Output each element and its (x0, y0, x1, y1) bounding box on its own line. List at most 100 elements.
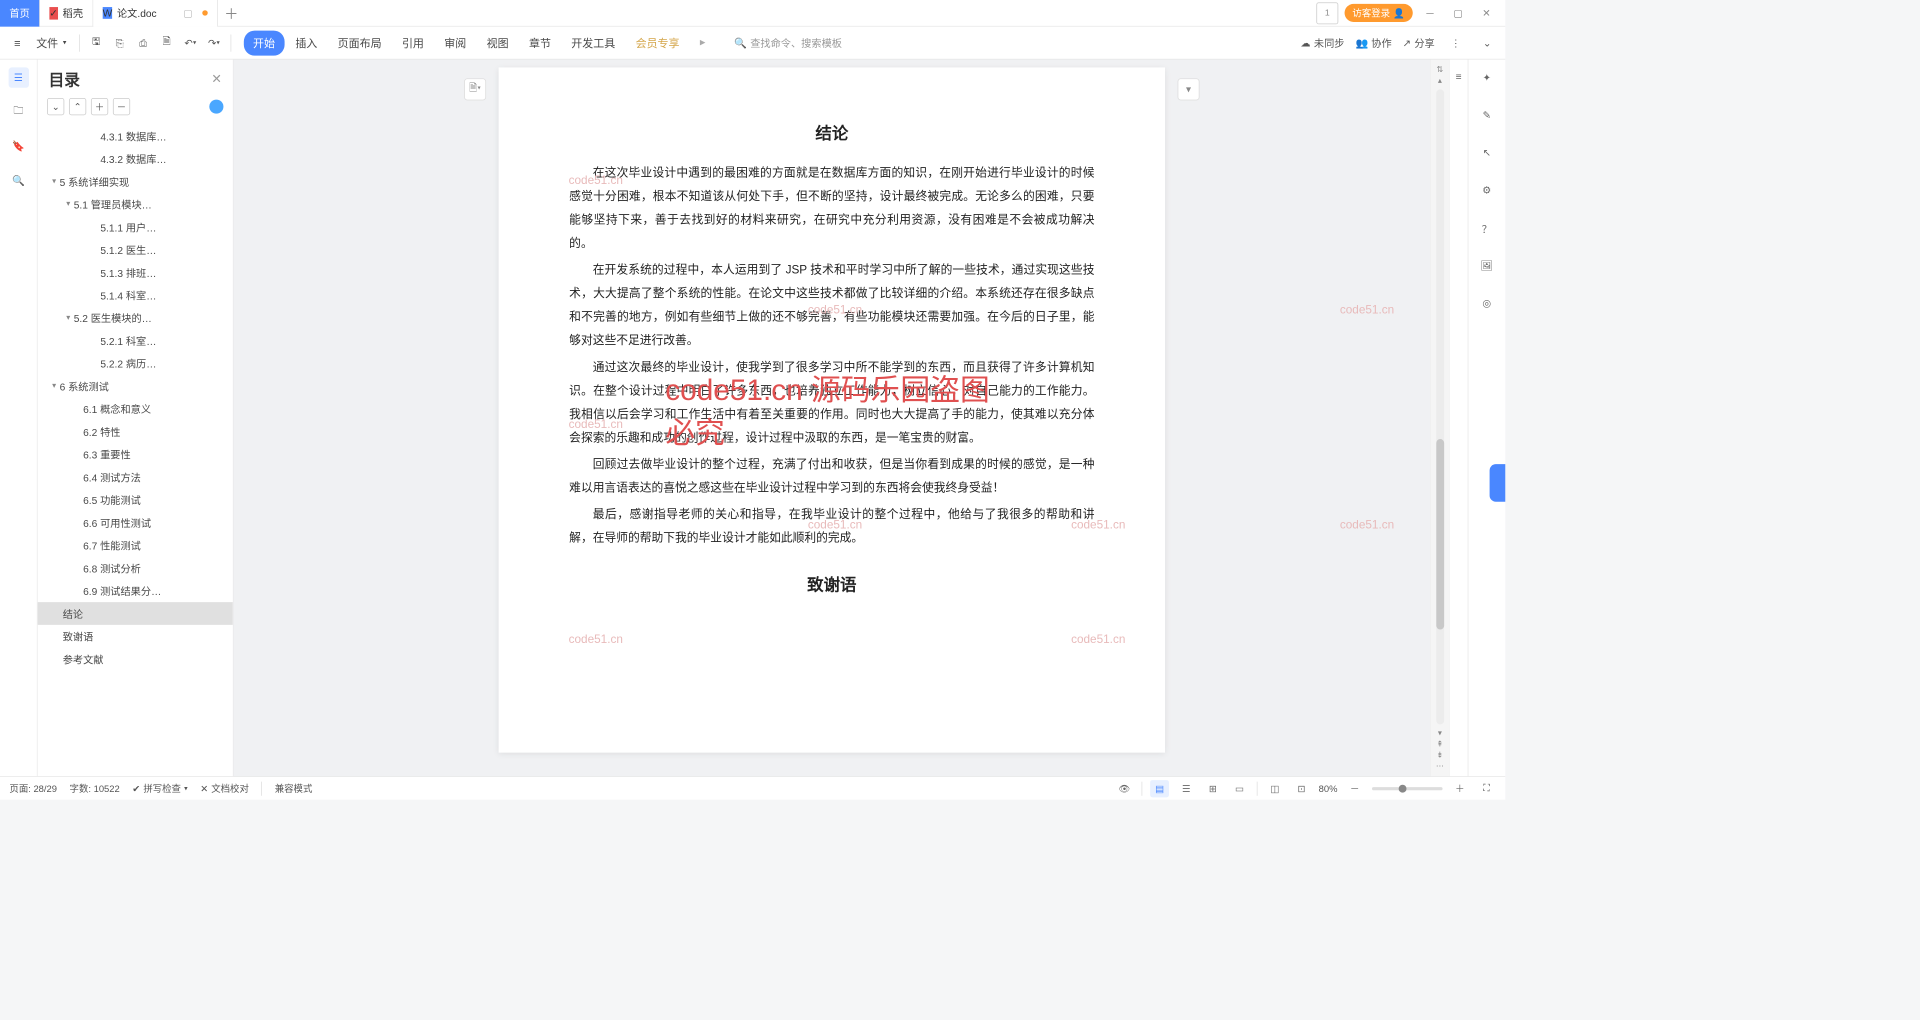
outline-rail-icon[interactable]: ☰ (8, 67, 28, 87)
target-icon[interactable]: ◎ (1477, 293, 1497, 313)
save-icon[interactable]: 🖫 (86, 33, 106, 53)
settings-icon[interactable]: ⚙ (1477, 180, 1497, 200)
scroll-nav-up[interactable]: ⇅ (1434, 64, 1447, 75)
chevron-down-icon[interactable]: ▾ (63, 200, 74, 209)
outline-item[interactable]: ▾5.1 管理员模块… (38, 193, 233, 216)
close-button[interactable]: ✕ (1475, 2, 1497, 24)
scroll-down[interactable]: ▾ (1434, 728, 1447, 739)
scroll-track[interactable] (1436, 89, 1444, 724)
scroll-more[interactable]: ⋯ (1434, 760, 1447, 771)
print-icon[interactable]: ⎙ (133, 33, 153, 53)
search-rail-icon[interactable]: 🔍 (8, 171, 28, 191)
view-page-icon[interactable]: ▤ (1150, 780, 1169, 797)
print-preview-icon[interactable]: 🗎 (157, 33, 177, 53)
outline-item[interactable]: 6.3 重要性 (38, 443, 233, 466)
more-menu[interactable]: ⋮ (1446, 33, 1466, 53)
scroll-up[interactable]: ▴ (1434, 75, 1447, 86)
collapse-ribbon[interactable]: ⌄ (1477, 33, 1497, 53)
page-insert-button[interactable]: 🗎▾ (464, 78, 486, 100)
tab-document[interactable]: W 论文.doc ▢ (93, 0, 218, 26)
edit-icon[interactable]: ✎ (1477, 105, 1497, 125)
outline-item[interactable]: 结论 (38, 602, 233, 625)
help-icon[interactable]: ？ (1477, 218, 1497, 238)
hamburger-menu[interactable]: ≡ (8, 33, 27, 52)
tab-home[interactable]: 首页 (0, 0, 40, 26)
outline-collapse-all[interactable]: ⌃ (69, 98, 86, 115)
zoom-handle[interactable] (1399, 784, 1407, 792)
vertical-scrollbar[interactable]: ⇅ ▴ ▾ ⇞ ⇟ ⋯ (1430, 60, 1449, 777)
clip-icon[interactable]: 🖼 (1477, 256, 1497, 276)
ribbon-tab-member[interactable]: 会员专享 (626, 30, 689, 55)
zoom-out-button[interactable]: － (1345, 780, 1364, 797)
view-outline-icon[interactable]: ☰ (1177, 780, 1196, 797)
save-as-icon[interactable]: ⎘ (110, 33, 130, 53)
scroll-thumb[interactable] (1436, 439, 1444, 630)
outline-item[interactable]: ▾5 系统详细实现 (38, 170, 233, 193)
side-pull-tab[interactable] (1490, 464, 1506, 502)
gutter-menu-icon[interactable]: ≡ (1448, 66, 1468, 86)
ribbon-tab-start[interactable]: 开始 (244, 30, 285, 55)
chevron-down-icon[interactable]: ▾ (49, 382, 60, 391)
command-search[interactable]: 🔍 查找命令、搜索模板 (727, 31, 884, 54)
zoom-in-button[interactable]: ＋ (1450, 780, 1469, 797)
launch-icon[interactable]: ✦ (1477, 67, 1497, 87)
zoom-slider[interactable] (1372, 787, 1443, 790)
zoom-fit-icon[interactable]: ⊡ (1292, 780, 1311, 797)
outline-item[interactable]: 6.5 功能测试 (38, 488, 233, 511)
view-read-icon[interactable]: ▭ (1230, 780, 1249, 797)
cursor-icon[interactable]: ↖ (1477, 143, 1497, 163)
file-menu[interactable]: 文件▾ (30, 32, 73, 54)
fullscreen-icon[interactable]: ⛶ (1477, 780, 1496, 797)
redo-button[interactable]: ↷▾ (204, 33, 224, 53)
undo-button[interactable]: ↶▾ (180, 33, 200, 53)
ribbon-tab-review[interactable]: 审阅 (435, 30, 476, 55)
outline-item[interactable]: 6.7 性能测试 (38, 534, 233, 557)
outline-item[interactable]: 5.2.1 科室… (38, 329, 233, 352)
page-indicator[interactable]: 页面: 28/29 (9, 782, 57, 795)
minimize-button[interactable]: ─ (1419, 2, 1441, 24)
outline-item[interactable]: 5.1.4 科室… (38, 284, 233, 307)
outline-item[interactable]: 5.1.3 排班… (38, 261, 233, 284)
share-button[interactable]: ↗分享 (1403, 35, 1435, 50)
outline-item[interactable]: ▾6 系统测试 (38, 375, 233, 398)
ribbon-tab-page-layout[interactable]: 页面布局 (328, 30, 391, 55)
outline-close-button[interactable]: ✕ (211, 71, 222, 87)
guest-login-button[interactable]: 访客登录👤 (1345, 4, 1413, 22)
ribbon-tab-chapter[interactable]: 章节 (520, 30, 561, 55)
word-count[interactable]: 字数: 10522 (70, 782, 120, 795)
page-bookmark-button[interactable]: ▾ (1178, 78, 1200, 100)
sync-status[interactable]: ☁未同步 (1301, 35, 1345, 50)
outline-item[interactable]: 6.9 测试结果分… (38, 579, 233, 602)
ribbon-tab-view[interactable]: 视图 (477, 30, 518, 55)
view-web-icon[interactable]: ⊞ (1203, 780, 1222, 797)
outline-item[interactable]: 致谢语 (38, 625, 233, 648)
outline-item[interactable]: 6.4 测试方法 (38, 466, 233, 489)
outline-remove[interactable]: － (113, 98, 130, 115)
outline-badge-icon[interactable] (209, 100, 223, 114)
ribbon-tab-references[interactable]: 引用 (393, 30, 434, 55)
outline-item[interactable]: 6.6 可用性测试 (38, 511, 233, 534)
document-area[interactable]: 🗎▾ ▾ 结论 在这次毕业设计中遇到的最困难的方面就是在数据库方面的知识，在刚开… (234, 60, 1430, 777)
outline-item[interactable]: 6.1 概念和意义 (38, 397, 233, 420)
focus-mode-icon[interactable]: 👁 (1115, 780, 1134, 797)
compat-mode[interactable]: 兼容模式 (275, 782, 313, 795)
scroll-page-up[interactable]: ⇞ (1434, 739, 1447, 750)
tab-docker[interactable]: ✓ 稻壳 (40, 0, 93, 26)
outline-expand-all[interactable]: ⌄ (47, 98, 64, 115)
outline-item[interactable]: 6.2 特性 (38, 420, 233, 443)
ribbon-tab-more[interactable]: ▸ (690, 30, 714, 55)
clipboard-rail-icon[interactable]: 🗀 (8, 102, 28, 122)
outline-item[interactable]: 5.2.2 病历… (38, 352, 233, 375)
screen-share-icon[interactable]: ▢ (183, 7, 193, 20)
ruler-icon[interactable]: ◫ (1265, 780, 1284, 797)
ribbon-tab-insert[interactable]: 插入 (286, 30, 327, 55)
outline-item[interactable]: 4.3.2 数据库… (38, 147, 233, 170)
scroll-page-down[interactable]: ⇟ (1434, 750, 1447, 761)
bookmark-rail-icon[interactable]: 🔖 (8, 136, 28, 156)
outline-add[interactable]: ＋ (91, 98, 108, 115)
maximize-button[interactable]: ▢ (1447, 2, 1469, 24)
ribbon-tab-developer[interactable]: 开发工具 (562, 30, 625, 55)
outline-list[interactable]: 4.3.1 数据库…4.3.2 数据库…▾5 系统详细实现▾5.1 管理员模块…… (38, 122, 233, 777)
outline-item[interactable]: 4.3.1 数据库… (38, 125, 233, 148)
window-badge[interactable]: 1 (1316, 2, 1338, 24)
